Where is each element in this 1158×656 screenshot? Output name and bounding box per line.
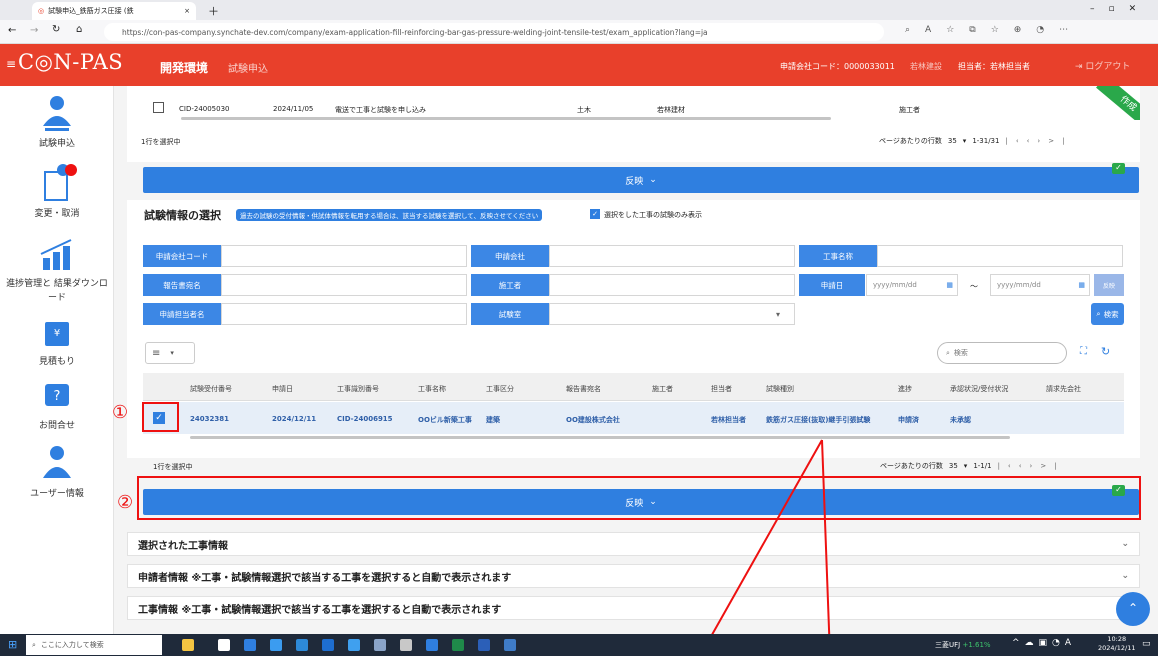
taskbar-app-icon[interactable] (374, 639, 386, 651)
taskbar-app-icon[interactable] (426, 639, 438, 651)
windows-taskbar: ⊞ ⌕ ここに入力して検索 三菱UFJ +1.61% ^☁▣◔A 10:28 2… (0, 634, 1158, 656)
taskbar-app-icon[interactable] (504, 639, 516, 651)
clock-date: 2024/12/11 (1098, 644, 1136, 652)
taskbar-app-icon[interactable] (270, 639, 282, 651)
stock-widget[interactable]: 三菱UFJ +1.61% (935, 640, 991, 650)
clock[interactable]: 10:28 2024/12/11 (1098, 635, 1135, 653)
stock-change: +1.61% (962, 641, 991, 649)
stock-name: 三菱UFJ (935, 641, 961, 649)
taskbar-app-icon[interactable] (244, 639, 256, 651)
taskbar-app-icon[interactable] (452, 639, 464, 651)
taskbar-search-placeholder: ここに入力して検索 (40, 641, 104, 649)
taskbar-app-icon[interactable] (400, 639, 412, 651)
annotation-callout-lines (699, 439, 831, 656)
search-icon: ⌕ (32, 640, 36, 649)
notification-icon[interactable]: ▭ (1142, 639, 1151, 649)
system-tray-icons[interactable]: ^☁▣◔A (1012, 638, 1076, 648)
taskbar-app-icon[interactable] (478, 639, 490, 651)
taskbar-app-icon[interactable] (322, 639, 334, 651)
clock-time: 10:28 (1107, 635, 1127, 643)
taskbar-app-icon[interactable] (182, 639, 194, 651)
taskbar-app-icon[interactable] (218, 639, 230, 651)
taskbar-app-icon[interactable] (348, 639, 360, 651)
taskbar-app-icon[interactable] (296, 639, 308, 651)
taskbar-search[interactable]: ⌕ ここに入力して検索 (26, 635, 162, 655)
windows-start-icon[interactable]: ⊞ (8, 638, 17, 651)
